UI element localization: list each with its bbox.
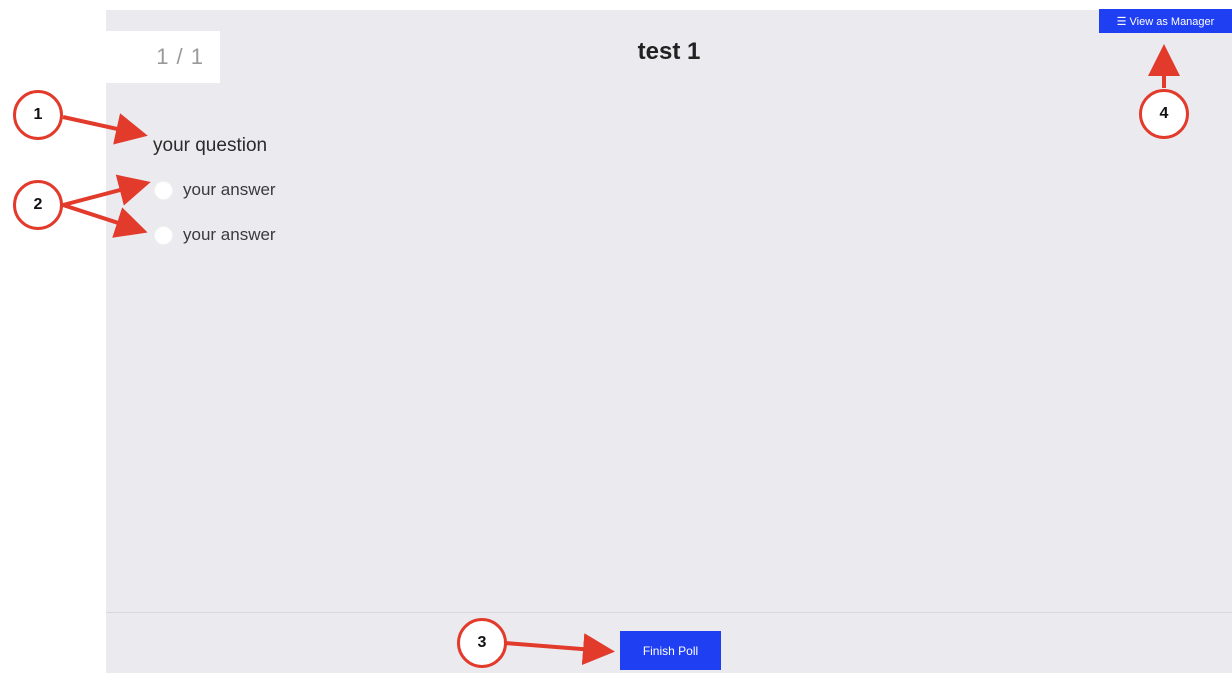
callout-badge: 2 [13, 180, 63, 230]
poll-panel: 1 / 1 test 1 ☰ View as Manager your quest… [106, 9, 1232, 673]
screenshot-stage: 1 / 1 test 1 ☰ View as Manager your quest… [0, 0, 1232, 673]
list-icon: ☰ [1116, 16, 1127, 28]
callout-badge: 3 [457, 618, 507, 668]
answer-option[interactable]: your answer [154, 180, 276, 200]
answer-label: your answer [183, 225, 276, 244]
callout-badge: 1 [13, 90, 63, 140]
view-as-manager-label: View as Manager [1129, 16, 1215, 28]
callout-badge: 4 [1139, 89, 1189, 139]
view-as-manager-button[interactable]: ☰ View as Manager [1099, 9, 1232, 33]
poll-question: your question [153, 135, 268, 156]
radio-button[interactable] [154, 225, 173, 245]
footer-divider [106, 612, 1232, 613]
finish-poll-button[interactable]: Finish Poll [620, 631, 721, 670]
answer-label: your answer [183, 180, 276, 199]
answer-option[interactable]: your answer [154, 225, 276, 245]
radio-button[interactable] [154, 180, 173, 200]
poll-title: test 1 [637, 38, 701, 65]
